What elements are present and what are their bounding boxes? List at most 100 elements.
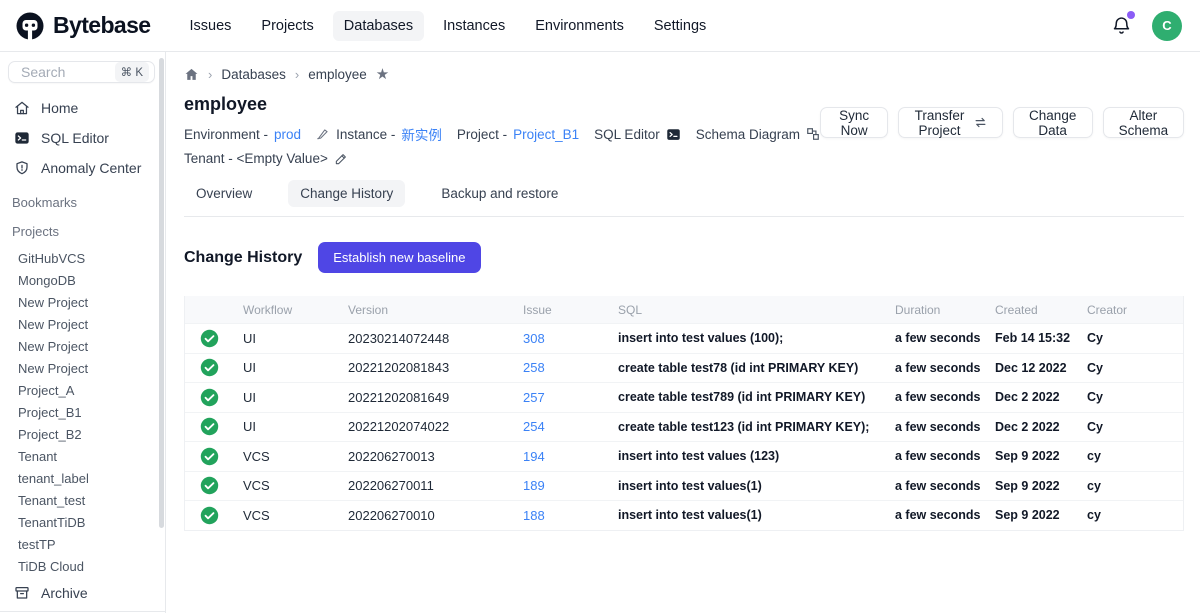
sidebar-project-item[interactable]: New Project — [0, 291, 165, 313]
tenant-meta-line: Tenant - <Empty Value> — [184, 151, 820, 166]
nav-item[interactable]: Environments — [524, 11, 635, 41]
status-cell — [185, 358, 243, 377]
bytebase-logo[interactable]: Bytebase — [14, 10, 150, 42]
sidebar-item-sql-editor[interactable]: SQL Editor — [0, 123, 165, 153]
success-status-icon — [200, 476, 219, 495]
workflow-cell: UI — [243, 390, 348, 405]
sidebar-project-item[interactable]: Project_A — [0, 379, 165, 401]
sql-cell: insert into test values(1) — [618, 479, 895, 493]
sidebar-item-archive[interactable]: Archive — [0, 577, 165, 611]
issue-link[interactable]: 254 — [523, 419, 545, 434]
workflow-cell: UI — [243, 331, 348, 346]
breadcrumb-databases[interactable]: Databases — [221, 67, 286, 82]
status-cell — [185, 506, 243, 525]
sidebar-project-item[interactable]: Project_B1 — [0, 401, 165, 423]
status-cell — [185, 329, 243, 348]
creator-cell: cy — [1087, 449, 1183, 463]
transfer-project-label: Transfer Project — [913, 108, 965, 138]
notifications-button[interactable] — [1111, 15, 1132, 36]
edit-pencil-icon[interactable] — [334, 152, 348, 166]
change-data-button[interactable]: Change Data — [1013, 107, 1093, 138]
issue-link[interactable]: 258 — [523, 360, 545, 375]
instance-link[interactable]: 新实例 — [401, 124, 442, 144]
environment-meta: Environment - prod — [184, 127, 301, 142]
sql-cell: insert into test values (100); — [618, 331, 895, 345]
workflow-column-header: Workflow — [243, 303, 348, 317]
table-row[interactable]: UI 20221202081843 258 create table test7… — [185, 353, 1183, 383]
created-cell: Sep 9 2022 — [995, 508, 1087, 522]
sidebar-project-item[interactable]: New Project — [0, 357, 165, 379]
sidebar-project-item[interactable]: GitHubVCS — [0, 247, 165, 269]
sidebar-project-item[interactable]: Tenant — [0, 445, 165, 467]
instance-meta: Instance - 新实例 — [316, 124, 442, 144]
duration-cell: a few seconds — [895, 420, 995, 434]
creator-cell: Cy — [1087, 331, 1183, 345]
success-status-icon — [200, 388, 219, 407]
transfer-project-button[interactable]: Transfer Project — [898, 107, 1002, 138]
sidebar-item-anomaly-center[interactable]: Anomaly Center — [0, 153, 165, 183]
nav-item[interactable]: Issues — [178, 11, 242, 41]
issue-link[interactable]: 189 — [523, 478, 545, 493]
created-column-header: Created — [995, 303, 1087, 317]
sidebar-item-home[interactable]: Home — [0, 93, 165, 123]
sidebar-project-item[interactable]: TiDB Cloud — [0, 555, 165, 577]
sidebar-project-item[interactable]: New Project — [0, 313, 165, 335]
table-row[interactable]: UI 20221202081649 257 create table test7… — [185, 382, 1183, 412]
sidebar-project-item[interactable]: MongoDB — [0, 269, 165, 291]
schema-diagram-icon — [806, 127, 820, 141]
issue-link[interactable]: 257 — [523, 390, 545, 405]
sidebar-project-item[interactable]: testTP — [0, 533, 165, 555]
schema-diagram-shortcut[interactable]: Schema Diagram — [696, 127, 820, 142]
duration-cell: a few seconds — [895, 479, 995, 493]
search-box[interactable]: ⌘ K — [8, 61, 155, 83]
sidebar-project-item[interactable]: New Project — [0, 335, 165, 357]
nav-item[interactable]: Settings — [643, 11, 717, 41]
table-row[interactable]: VCS 202206270010 188 insert into test va… — [185, 500, 1183, 530]
issue-link[interactable]: 308 — [523, 331, 545, 346]
duration-cell: a few seconds — [895, 508, 995, 522]
sync-now-button[interactable]: Sync Now — [820, 107, 888, 138]
success-status-icon — [200, 358, 219, 377]
table-row[interactable]: UI 20230214072448 308 insert into test v… — [185, 323, 1183, 353]
tab[interactable]: Backup and restore — [429, 180, 570, 207]
sql-cell: create table test789 (id int PRIMARY KEY… — [618, 390, 895, 404]
sql-editor-icon — [14, 130, 30, 146]
sidebar-project-item[interactable]: Tenant_test — [0, 489, 165, 511]
tab[interactable]: Overview — [184, 180, 264, 207]
sidebar-item-label: Home — [41, 100, 78, 116]
user-avatar[interactable]: C — [1152, 11, 1182, 41]
tab[interactable]: Change History — [288, 180, 405, 207]
duration-cell: a few seconds — [895, 390, 995, 404]
favorite-star-icon[interactable]: ★ — [376, 67, 389, 82]
search-input[interactable] — [19, 63, 91, 81]
nav-item[interactable]: Instances — [432, 11, 516, 41]
sql-editor-shortcut[interactable]: SQL Editor — [594, 127, 681, 142]
issue-link[interactable]: 194 — [523, 449, 545, 464]
created-cell: Feb 14 15:32 — [995, 331, 1087, 345]
establish-baseline-button[interactable]: Establish new baseline — [318, 242, 480, 273]
version-cell: 202206270013 — [348, 449, 523, 464]
table-row[interactable]: UI 20221202074022 254 create table test1… — [185, 412, 1183, 442]
sidebar-scrollbar[interactable] — [159, 58, 164, 528]
table-row[interactable]: VCS 202206270011 189 insert into test va… — [185, 471, 1183, 501]
sidebar-project-item[interactable]: tenant_label — [0, 467, 165, 489]
nav-item[interactable]: Projects — [250, 11, 324, 41]
table-row[interactable]: VCS 202206270013 194 insert into test va… — [185, 441, 1183, 471]
nav-item[interactable]: Databases — [333, 11, 424, 41]
project-link[interactable]: Project_B1 — [513, 127, 579, 142]
issue-link[interactable]: 188 — [523, 508, 545, 523]
chevron-right-icon: › — [208, 67, 212, 82]
notification-dot — [1127, 11, 1135, 19]
change-data-label: Change Data — [1028, 108, 1078, 138]
environment-link[interactable]: prod — [274, 127, 301, 142]
chevron-right-icon: › — [295, 67, 299, 82]
bytebase-logo-icon — [14, 10, 46, 42]
sidebar-project-item[interactable]: TenantTiDB — [0, 511, 165, 533]
status-cell — [185, 447, 243, 466]
archive-icon — [14, 585, 30, 601]
sidebar-project-item[interactable]: Project_B2 — [0, 423, 165, 445]
tenant-meta: Tenant - <Empty Value> — [184, 151, 348, 166]
creator-column-header: Creator — [1087, 303, 1183, 317]
alter-schema-button[interactable]: Alter Schema — [1103, 107, 1184, 138]
breadcrumb-home-icon[interactable] — [184, 67, 199, 82]
